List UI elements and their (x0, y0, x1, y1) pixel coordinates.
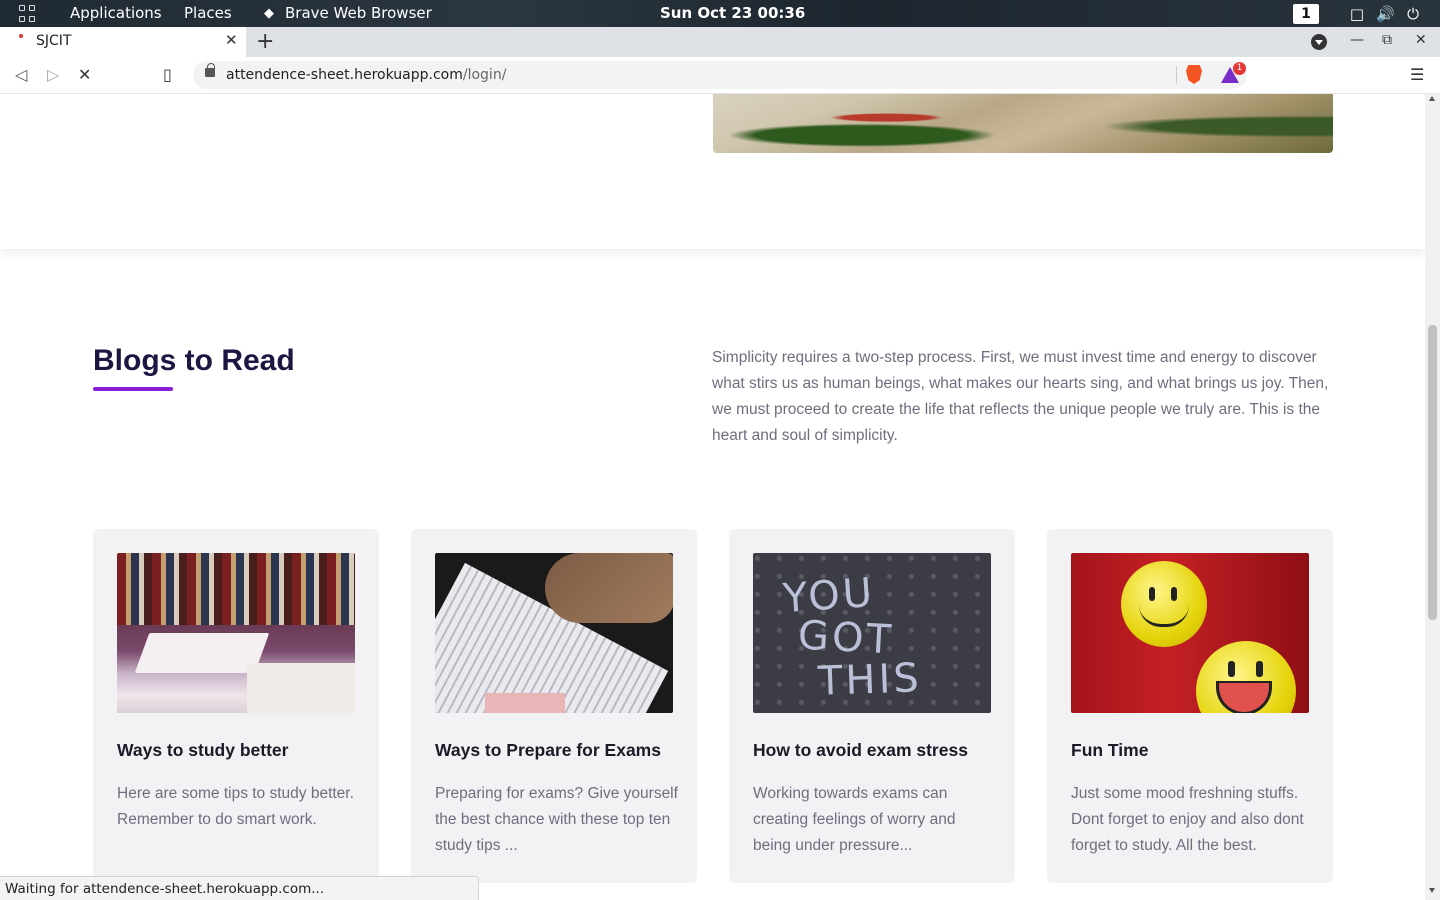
blog-title[interactable]: How to avoid exam stress (753, 740, 968, 761)
smiley-icon (1121, 561, 1207, 647)
brave-shields-icon[interactable] (1186, 65, 1202, 84)
applications-menu[interactable]: Applications (70, 4, 162, 22)
blog-image-books[interactable] (117, 553, 355, 713)
browser-toolbar: ◁ ▷ ✕ ▯ attendence-sheet.herokuapp.com/l… (0, 57, 1440, 94)
divider (1176, 66, 1177, 84)
rewards-badge: 1 (1233, 62, 1246, 75)
blog-title[interactable]: Ways to Prepare for Exams (435, 740, 661, 761)
power-icon[interactable]: ⏻ (1404, 5, 1422, 23)
clock[interactable]: Sun Oct 23 00:36 (660, 4, 805, 22)
system-top-bar: Applications Places ◆ Brave Web Browser … (0, 0, 1440, 27)
laughing-smiley-icon (1196, 641, 1296, 713)
scrollbar-thumb[interactable] (1428, 325, 1437, 620)
close-tab-icon[interactable]: ✕ (225, 31, 238, 49)
screen-icon[interactable]: □ (1348, 5, 1366, 23)
new-tab-button[interactable]: + (256, 29, 274, 54)
status-bubble: Waiting for attendence-sheet.herokuapp.c… (0, 876, 479, 900)
blog-excerpt: Working towards exams can creating feeli… (753, 785, 956, 854)
active-app-menu[interactable]: Brave Web Browser (285, 4, 432, 22)
lock-icon[interactable] (205, 63, 215, 77)
blog-image-exam[interactable] (435, 553, 673, 713)
restore-button[interactable]: ⧉ (1382, 32, 1392, 48)
volume-icon[interactable]: 🔊 (1376, 5, 1395, 23)
chalk-drawing: THIS (817, 655, 923, 705)
hamburger-menu-icon[interactable]: ☰ (1410, 65, 1424, 84)
tab-title: SJCIT (36, 33, 72, 49)
workspace-indicator[interactable]: 1 (1293, 4, 1319, 24)
blog-title[interactable]: Ways to study better (117, 740, 288, 761)
stop-loading-button[interactable]: ✕ (78, 65, 91, 84)
tab-strip: SJCIT ✕ + — ⧉ ✕ (0, 27, 1440, 57)
scroll-up-icon[interactable] (1429, 96, 1435, 101)
blog-card[interactable]: Fun Time Just some mood freshning stuffs… (1047, 529, 1333, 883)
blog-image-smileys[interactable] (1071, 553, 1309, 713)
blog-card[interactable]: Ways to study better Here are some tips … (93, 529, 379, 883)
section-title: Blogs to Read (93, 344, 295, 377)
blog-excerpt: Preparing for exams? Give yourself the b… (435, 785, 678, 854)
address-bar[interactable]: attendence-sheet.herokuapp.com/login/ 1 (193, 61, 1247, 89)
section-intro: Simplicity requires a two-step process. … (712, 349, 1329, 444)
bookmark-icon[interactable]: ▯ (163, 65, 172, 84)
page-viewport: Blogs to Read Simplicity requires a two-… (0, 94, 1425, 900)
blog-image-chalk[interactable]: YOU GOT THIS (753, 553, 991, 713)
hero-section (0, 94, 1425, 249)
loading-favicon-icon (19, 34, 23, 38)
forward-button[interactable]: ▷ (47, 65, 59, 84)
page-scrollbar[interactable] (1425, 94, 1440, 900)
app-grid-icon[interactable] (19, 5, 37, 23)
scroll-down-icon[interactable] (1429, 888, 1435, 893)
close-window-button[interactable]: ✕ (1415, 32, 1427, 48)
minimize-button[interactable]: — (1350, 32, 1364, 48)
back-button[interactable]: ◁ (15, 65, 27, 84)
url-text[interactable]: attendence-sheet.herokuapp.com/login/ (226, 67, 506, 83)
blog-excerpt: Here are some tips to study better. Reme… (117, 785, 354, 828)
title-underline (93, 387, 173, 391)
blog-title[interactable]: Fun Time (1071, 740, 1148, 761)
brave-app-icon: ◆ (264, 6, 274, 21)
status-text: Waiting for attendence-sheet.herokuapp.c… (5, 881, 325, 897)
blog-excerpt: Just some mood freshning stuffs. Dont fo… (1071, 785, 1304, 854)
tab-sjcit[interactable]: SJCIT ✕ (0, 27, 246, 57)
campus-image (713, 94, 1333, 153)
places-menu[interactable]: Places (184, 4, 232, 22)
blog-card[interactable]: YOU GOT THIS How to avoid exam stress Wo… (729, 529, 1015, 883)
tab-search-icon[interactable] (1311, 34, 1327, 50)
blog-card[interactable]: Ways to Prepare for Exams Preparing for … (411, 529, 697, 883)
